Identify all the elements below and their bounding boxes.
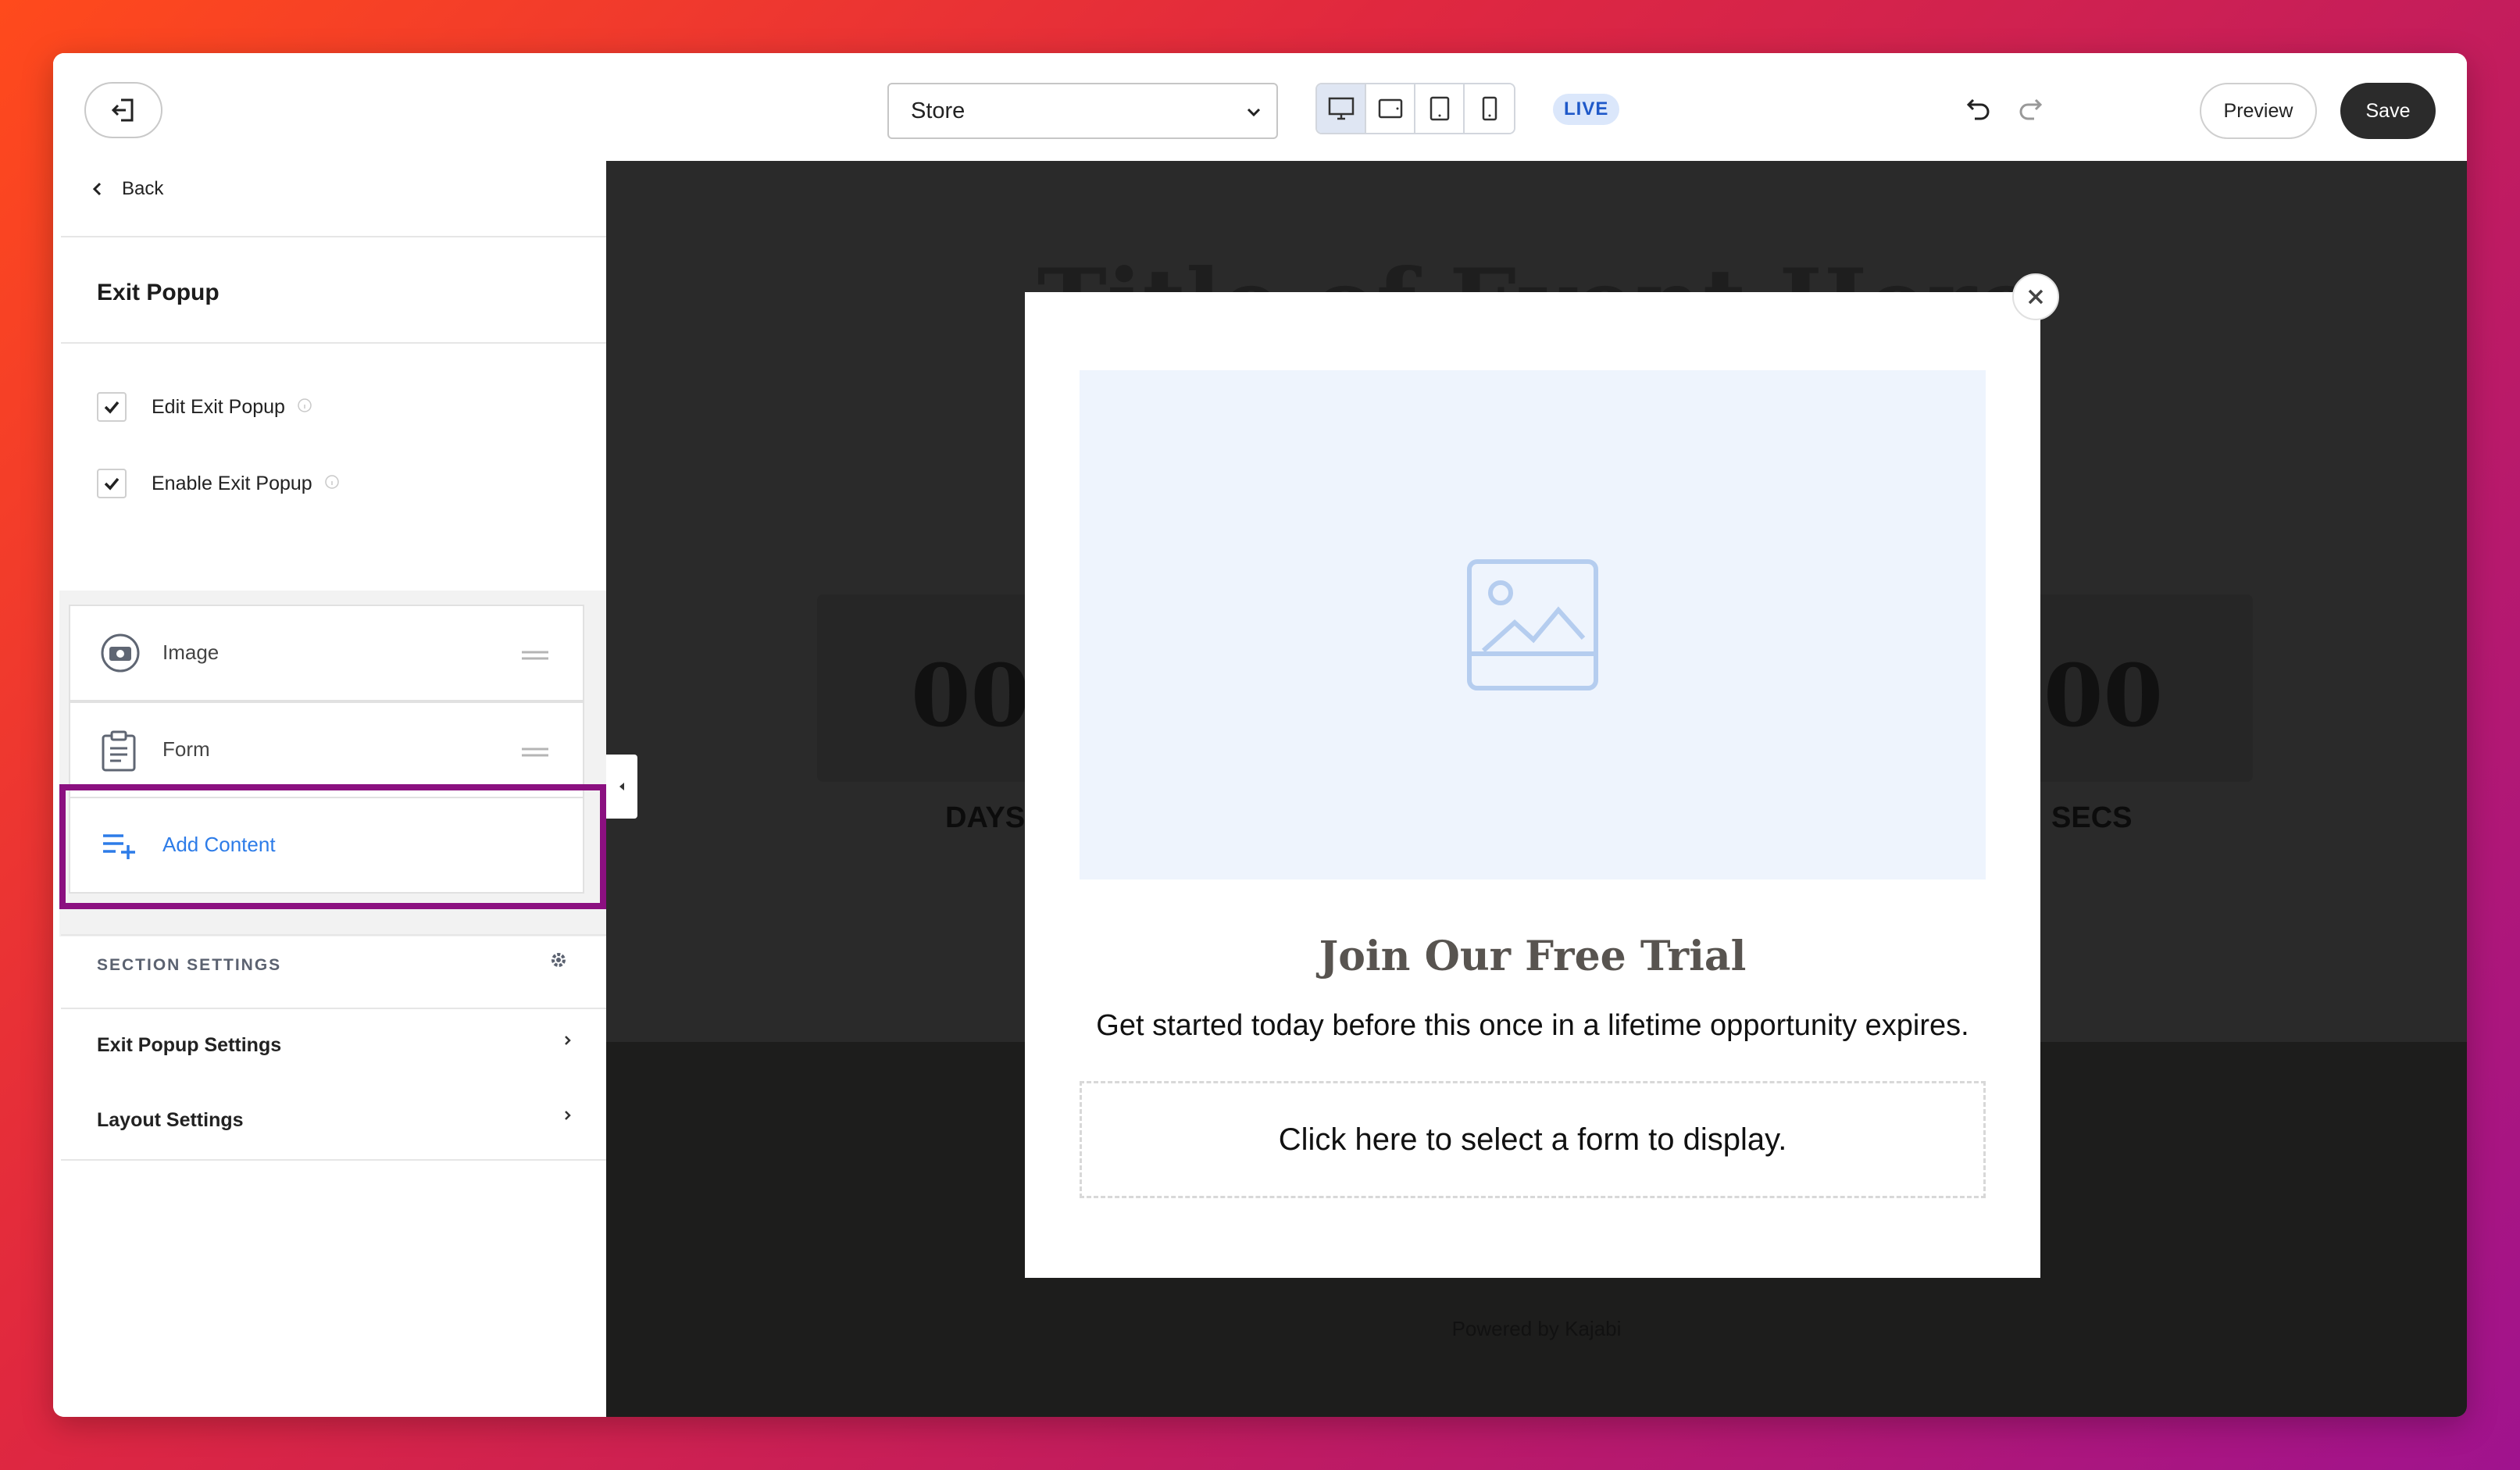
back-link[interactable]: Back <box>91 178 163 200</box>
exit-editor-button[interactable] <box>84 82 162 138</box>
mobile-icon <box>1482 96 1497 121</box>
tablet-portrait-view-button[interactable] <box>1415 84 1465 133</box>
page-select[interactable]: Store <box>887 83 1278 139</box>
countdown-secs-value: 00 <box>2043 645 2164 746</box>
desktop-icon <box>1328 97 1354 120</box>
enable-exit-popup-label: Enable Exit Popup <box>152 472 312 494</box>
sidebar-panel: Back Exit Popup Edit Exit Popup Enable E… <box>53 161 606 1417</box>
tablet-portrait-icon <box>1430 96 1449 121</box>
countdown-secs-label: SECS <box>2051 801 2133 834</box>
close-icon <box>2028 289 2043 305</box>
panel-title: Exit Popup <box>97 280 220 305</box>
divider <box>61 934 606 936</box>
layout-settings-label: Layout Settings <box>97 1109 244 1131</box>
mobile-view-button[interactable] <box>1465 84 1514 133</box>
redo-button[interactable] <box>2015 94 2043 126</box>
redo-icon <box>2019 98 2043 120</box>
page-select-value: Store <box>911 98 966 123</box>
back-label: Back <box>122 178 164 199</box>
edit-exit-popup-checkbox[interactable] <box>97 392 127 422</box>
enable-exit-popup-checkbox-row[interactable]: Enable Exit Popup <box>97 469 340 498</box>
info-icon[interactable] <box>324 474 340 490</box>
divider <box>61 236 606 237</box>
checkmark-icon <box>104 401 120 414</box>
device-toggle-group <box>1315 83 1515 134</box>
clipboard-icon <box>102 730 136 772</box>
drag-handle-icon[interactable] <box>522 650 548 661</box>
info-icon[interactable] <box>297 398 312 413</box>
preview-button[interactable]: Preview <box>2200 83 2317 139</box>
content-block-image[interactable]: Image <box>69 605 584 701</box>
chevron-left-icon <box>92 182 102 196</box>
highlight-frame <box>59 784 606 909</box>
chevron-right-icon <box>565 1036 571 1045</box>
caret-left-icon <box>619 783 624 790</box>
block-label: Form <box>162 737 210 761</box>
edit-exit-popup-checkbox-row[interactable]: Edit Exit Popup <box>97 392 312 422</box>
section-settings-heading: SECTION SETTINGS <box>97 956 282 974</box>
divider <box>61 1008 606 1009</box>
editor-window: Store LIVE Preview Save Back Exit Popup … <box>53 53 2467 1417</box>
tablet-landscape-icon <box>1378 98 1402 119</box>
collapse-sidebar-button[interactable] <box>606 755 637 819</box>
gear-icon[interactable] <box>548 950 569 970</box>
tablet-landscape-view-button[interactable] <box>1366 84 1416 133</box>
layout-settings-row[interactable]: Layout Settings <box>97 1109 573 1132</box>
drag-handle-icon[interactable] <box>522 747 548 758</box>
divider <box>61 342 606 344</box>
popup-subtitle[interactable]: Get started today before this once in a … <box>1025 1009 2040 1043</box>
enable-exit-popup-checkbox[interactable] <box>97 469 127 498</box>
form-placeholder[interactable]: Click here to select a form to display. <box>1080 1081 1986 1198</box>
exit-popup-settings-label: Exit Popup Settings <box>97 1034 282 1056</box>
countdown-days-label: DAYS <box>945 801 1026 834</box>
image-placeholder-icon <box>1467 559 1598 690</box>
chevron-down-icon <box>1247 108 1261 117</box>
chevron-right-icon <box>565 1111 571 1120</box>
popup-image-placeholder[interactable] <box>1080 370 1986 880</box>
save-button[interactable]: Save <box>2340 83 2436 139</box>
divider <box>61 1159 606 1161</box>
checkmark-icon <box>104 477 120 491</box>
exit-icon <box>111 98 134 122</box>
exit-popup-modal: Join Our Free Trial Get started today be… <box>1025 292 2040 1278</box>
countdown-days-value: 00 <box>911 645 1031 746</box>
camera-icon <box>101 633 140 673</box>
undo-button[interactable] <box>1965 94 1994 126</box>
live-status-badge: LIVE <box>1553 94 1620 125</box>
block-label: Image <box>162 640 220 664</box>
undo-icon <box>1966 98 1990 120</box>
desktop-view-button[interactable] <box>1317 84 1367 133</box>
exit-popup-settings-row[interactable]: Exit Popup Settings <box>97 1034 573 1057</box>
edit-exit-popup-label: Edit Exit Popup <box>152 395 285 418</box>
top-toolbar: Store LIVE Preview Save <box>53 53 2467 161</box>
powered-by-text: Powered by Kajabi <box>1451 1317 1622 1340</box>
close-popup-button[interactable] <box>2012 273 2059 320</box>
popup-title[interactable]: Join Our Free Trial <box>1025 933 2040 980</box>
